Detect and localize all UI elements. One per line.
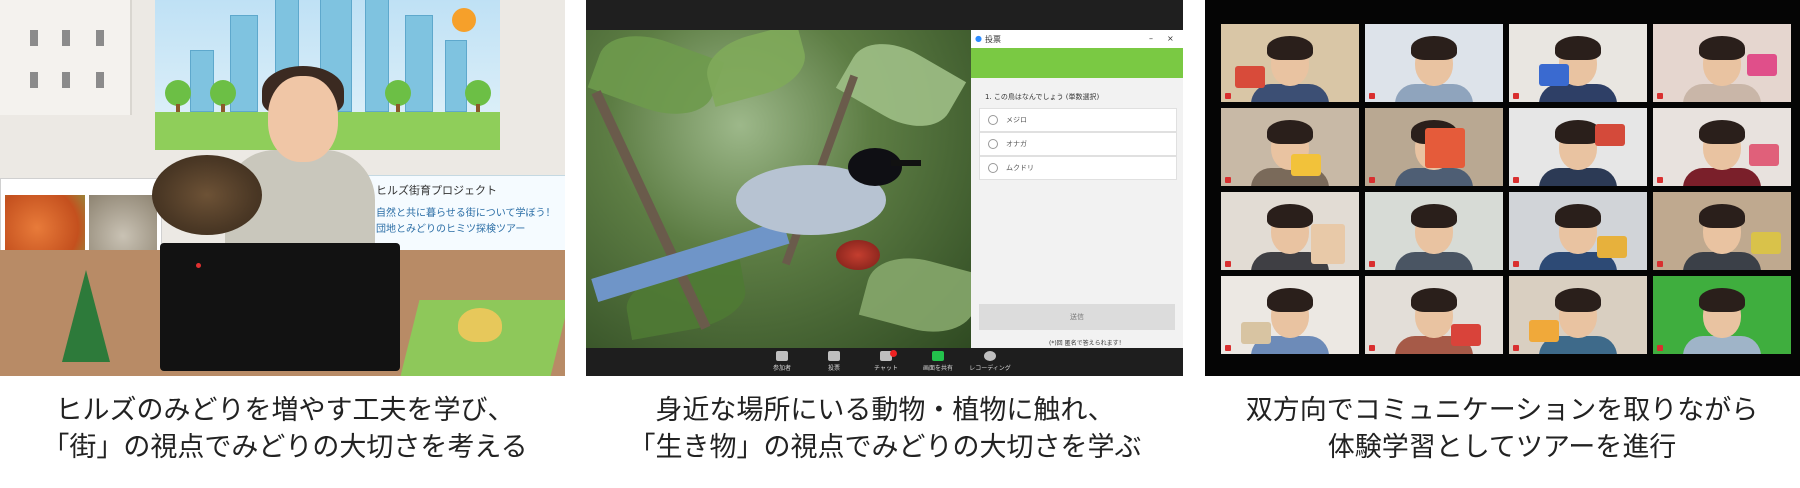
red-berries [836,240,880,270]
poll-panel: ● 投票 – × 1. この鳥はなんでしょう (単数選択) メジロ オナガ ムク… [971,30,1183,348]
poll-question: 1. この鳥はなんでしょう (単数選択) [985,93,1100,101]
share-screen-label: 画面を共有 [922,365,953,372]
video-tile[interactable] [1653,24,1791,102]
participants-label: 参加者 [772,365,791,372]
poll-footer: (*)回 匿名で答えられます！ [1049,340,1125,347]
video-tile[interactable] [1509,276,1647,354]
wall-canvas [0,0,132,115]
bird-nest [152,155,262,235]
chat-label: チャット [874,365,898,372]
share-screen-button[interactable]: 画面を共有 [912,351,964,372]
record-button[interactable]: レコーディング [964,351,1016,372]
bird-head [848,148,902,186]
video-tile[interactable] [1509,24,1647,102]
close-icon[interactable]: × [1167,34,1174,43]
video-tile[interactable] [1365,24,1503,102]
video-tile[interactable] [1365,108,1503,186]
video-tile[interactable] [1221,108,1359,186]
bird-beak [891,160,921,166]
caption-2-line-1: 身近な場所にいる動物・植物に触れ、 [655,395,1115,426]
video-tile[interactable] [1653,108,1791,186]
toy-bird [458,308,502,342]
zoom-meeting-window: ● 投票 – × 1. この鳥はなんでしょう (単数選択) メジロ オナガ ムク… [586,0,1183,376]
laptop [160,243,400,371]
video-tile[interactable] [1509,108,1647,186]
video-tile[interactable] [1221,24,1359,102]
caption-3-line-1: 双方向でコミュニケーションを取りながら [1245,395,1759,426]
poll-option-label: ムクドリ [1006,164,1034,172]
poll-title-bar: ● 投票 – × [971,30,1183,48]
radio-icon[interactable] [988,115,998,125]
zoom-icon: ● [975,34,982,43]
video-tile[interactable] [1221,276,1359,354]
sign-text-1: 自然と共に暮らせる街について学ぼう！ [376,208,556,219]
minimize-icon[interactable]: – [1149,34,1153,43]
record-icon [984,351,996,361]
green-cone [62,270,110,362]
polls-icon [828,351,840,361]
caption-1: ヒルズのみどりを増やす工夫を学び、 「街」の視点でみどりの大切さを考える [0,392,570,466]
caption-3-line-2: 体験学習としてツアーを進行 [1327,432,1677,463]
share-screen-icon [932,351,944,361]
sign-title: ヒルズ街育プロジェクト [376,184,497,197]
sign-text-2: 団地とみどりのヒミツ探検ツアー [376,224,526,235]
caption-2-line-2: 「生き物」の視点でみどりの大切さを学ぶ [628,432,1142,463]
guide-face [268,76,338,162]
poll-option-label: オナガ [1006,140,1027,148]
polls-label: 投票 [827,365,840,372]
poll-option-label: メジロ [1006,116,1027,124]
sun-icon [452,8,476,32]
video-tile[interactable] [1365,192,1503,270]
polls-button[interactable]: 投票 [808,351,860,372]
hills-guide-photo: ヒルズ街育プロジェクト 自然と共に暮らせる街について学ぼう！ 団地とみどりのヒミ… [0,0,565,376]
video-tile[interactable] [1221,192,1359,270]
zoom-gallery-view [1205,0,1800,376]
video-tile[interactable] [1653,192,1791,270]
poll-option-3[interactable]: ムクドリ [979,156,1177,180]
poll-submit-button[interactable]: 送信 [979,304,1175,330]
chat-button[interactable]: チャット [860,350,912,372]
video-tile[interactable] [1653,276,1791,354]
poll-option-2[interactable]: オナガ [979,132,1177,156]
caption-1-line-2: 「街」の視点でみどりの大切さを考える [42,432,528,463]
caption-2: 身近な場所にいる動物・植物に触れ、 「生き物」の視点でみどりの大切さを学ぶ [600,392,1170,466]
radio-icon[interactable] [988,163,998,173]
meeting-toolbar: 参加者 投票 チャット 画面を共有 レコーディング [586,348,1183,376]
video-tile[interactable] [1365,276,1503,354]
poll-title: 投票 [985,35,1001,44]
participants-button[interactable]: 参加者 [756,351,808,372]
window-top-bar [586,0,1183,30]
poll-option-1[interactable]: メジロ [979,108,1177,132]
poll-header [971,48,1183,78]
caption-1-line-1: ヒルズのみどりを増やす工夫を学び、 [55,395,515,426]
laptop-led [196,263,201,268]
chat-badge [890,350,897,357]
caption-3: 双方向でコミュニケーションを取りながら 体験学習としてツアーを進行 [1217,392,1787,466]
video-tile[interactable] [1509,192,1647,270]
bird-video [586,30,971,348]
participants-icon [776,351,788,361]
radio-icon[interactable] [988,139,998,149]
record-label: レコーディング [969,365,1011,372]
